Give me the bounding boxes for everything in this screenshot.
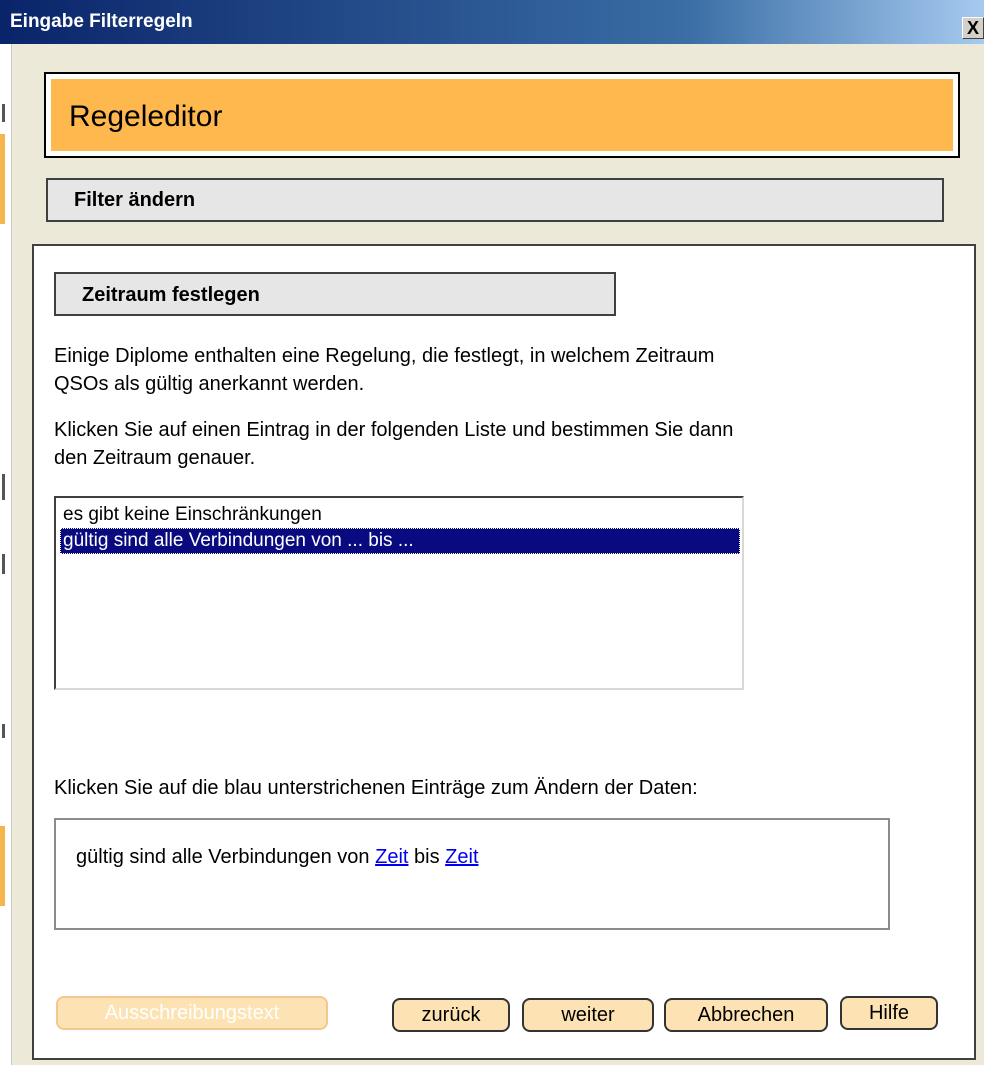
content-panel: Zeitraum festlegen Einige Diplome enthal… [32,244,976,1060]
end-time-link[interactable]: Zeit [445,846,478,868]
rule-middle: bis [414,846,440,868]
window-title: Eingabe Filterregeln [10,11,193,32]
header-panel: Regeleditor [44,72,960,158]
next-button[interactable]: weiter [522,998,654,1032]
close-button[interactable]: X [962,17,984,39]
list-item-no-restriction[interactable]: es gibt keine Einschränkungen [60,502,740,528]
intro-text: Einige Diplome enthalten eine Regelung, … [54,342,714,398]
strip-mark [2,474,5,500]
cancel-button[interactable]: Abbrechen [664,998,828,1032]
back-button[interactable]: zurück [392,998,510,1032]
rule-text: gültig sind alle Verbindungen von Zeit b… [76,846,479,869]
list-item-period-range[interactable]: gültig sind alle Verbindungen von ... bi… [60,528,740,554]
start-time-link[interactable]: Zeit [375,846,408,868]
rule-prefix: gültig sind alle Verbindungen von [76,846,370,868]
rule-hint: Klicken Sie auf die blau unterstrichenen… [54,777,698,799]
header-title: Regeleditor [69,100,223,133]
window-titlebar[interactable]: Eingabe Filterregeln X [0,0,984,44]
rule-display-box: gültig sind alle Verbindungen von Zeit b… [54,818,890,930]
header-banner: Regeleditor [51,79,953,151]
ausschreibungstext-button[interactable]: Ausschreibungstext [56,996,328,1030]
intro-line-1: Einige Diplome enthalten eine Regelung, … [54,345,715,367]
close-icon: X [966,18,979,38]
strip-mark [2,554,5,574]
strip-mark [2,104,5,122]
instruction-line-1: Klicken Sie auf einen Eintrag in der fol… [54,419,734,441]
background-window-strip [0,44,12,1065]
instruction-text: Klicken Sie auf einen Eintrag in der fol… [54,416,733,472]
section-title: Zeitraum festlegen [82,284,260,306]
subheader-title: Filter ändern [74,189,196,211]
period-listbox[interactable]: es gibt keine Einschränkungen gültig sin… [54,496,744,690]
subheader-panel: Filter ändern [46,178,944,222]
strip-highlight [0,134,5,224]
instruction-line-2: den Zeitraum genauer. [54,447,256,469]
strip-highlight [0,826,5,906]
strip-mark [2,724,5,738]
help-button[interactable]: Hilfe [840,996,938,1030]
section-title-box: Zeitraum festlegen [54,272,616,316]
intro-line-2: QSOs als gültig anerkannt werden. [54,373,365,395]
